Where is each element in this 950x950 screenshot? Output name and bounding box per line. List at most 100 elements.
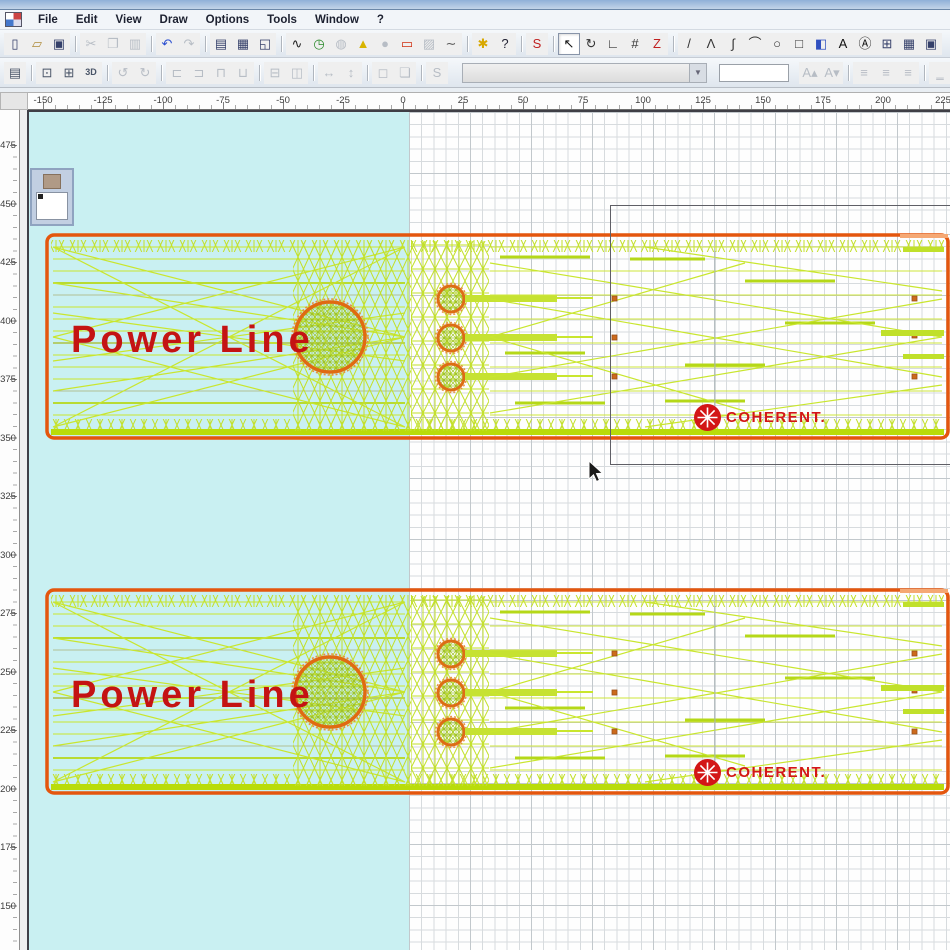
print-setup-icon[interactable]: ▦: [232, 33, 254, 55]
spline-tool-icon[interactable]: ∫: [722, 33, 744, 55]
wave-icon[interactable]: S: [426, 62, 448, 84]
pen-tool-icon[interactable]: ∿: [286, 33, 308, 55]
mirror-h-icon[interactable]: ↔: [318, 62, 340, 84]
mirror-v-icon[interactable]: ↕: [340, 62, 362, 84]
align-text-left-icon[interactable]: ≡: [853, 62, 875, 84]
tip-icon[interactable]: ✱: [472, 33, 494, 55]
minimized-window-glyph: [43, 174, 61, 189]
arc-tool-icon[interactable]: ⌒: [744, 33, 766, 55]
v-ruler-label: 175: [0, 842, 16, 853]
font-decrease-icon[interactable]: A▾: [821, 62, 843, 84]
undo-icon[interactable]: ↶: [156, 33, 178, 55]
application-window: FileEditViewDrawOptionsToolsWindow? ▯▱▣✂…: [0, 0, 950, 950]
duplicate-icon[interactable]: ❏: [394, 62, 416, 84]
circled-text-tool-icon[interactable]: Ⓐ: [854, 33, 876, 55]
fit-icon[interactable]: ◻: [372, 62, 394, 84]
h-ruler-label: -150: [33, 95, 52, 106]
align-bottom-icon[interactable]: ⊔: [232, 62, 254, 84]
h-ruler-label: -100: [153, 95, 172, 106]
view-3d-icon[interactable]: 3D: [80, 62, 102, 84]
curve-icon[interactable]: ∼: [440, 33, 462, 55]
print-preview-icon[interactable]: ◱: [254, 33, 276, 55]
zoom-object-icon[interactable]: ⊞: [58, 62, 80, 84]
font-increase-icon[interactable]: A▴: [799, 62, 821, 84]
globe-icon[interactable]: ◍: [330, 33, 352, 55]
minimized-window-dot: [38, 194, 43, 199]
stamp-icon[interactable]: ●: [374, 33, 396, 55]
menu-file[interactable]: File: [29, 12, 67, 28]
v-ruler-label: 425: [0, 257, 16, 268]
menu-window[interactable]: Window: [306, 12, 368, 28]
minimized-window-icon[interactable]: [30, 168, 74, 226]
chevron-down-icon[interactable]: ▼: [689, 64, 706, 82]
align-text-right-icon[interactable]: ≡: [897, 62, 919, 84]
rotate-icon[interactable]: ↻: [580, 33, 602, 55]
text-tool-icon[interactable]: A: [832, 33, 854, 55]
rotate-ccw-icon[interactable]: ↺: [112, 62, 134, 84]
mark-frame-icon[interactable]: ▭: [396, 33, 418, 55]
paste-icon[interactable]: ▥: [124, 33, 146, 55]
redo-icon[interactable]: ↷: [178, 33, 200, 55]
h-ruler-label: -25: [336, 95, 350, 106]
v-ruler-label: 475: [0, 140, 16, 151]
polyline-tool-icon[interactable]: Λ: [700, 33, 722, 55]
matrix-tool-icon[interactable]: ⊞: [876, 33, 898, 55]
timer-icon[interactable]: ◷: [308, 33, 330, 55]
align-right-icon[interactable]: ⊐: [188, 62, 210, 84]
laser-warning-icon[interactable]: ▲: [352, 33, 374, 55]
ellipse-tool-icon[interactable]: ○: [766, 33, 788, 55]
open-icon[interactable]: ▱: [26, 33, 48, 55]
dimension-icon[interactable]: #: [624, 33, 646, 55]
h-ruler-label: 100: [635, 95, 651, 106]
underline-icon[interactable]: ‗: [929, 62, 950, 84]
select-arrow-icon[interactable]: ↖: [558, 33, 580, 55]
same-size-icon[interactable]: ⊟: [264, 62, 286, 84]
rotate-cw-icon[interactable]: ↻: [134, 62, 156, 84]
h-ruler-label: 225: [935, 95, 950, 106]
copy-icon[interactable]: ❐: [102, 33, 124, 55]
h-ruler-label: 150: [755, 95, 771, 106]
zoom-region-icon[interactable]: ⊡: [36, 62, 58, 84]
save-icon[interactable]: ▣: [48, 33, 70, 55]
menu-draw[interactable]: Draw: [151, 12, 197, 28]
hatch-icon[interactable]: ▤: [4, 62, 26, 84]
v-ruler-label: 150: [0, 901, 16, 912]
print-icon[interactable]: ▤: [210, 33, 232, 55]
special-s-icon[interactable]: S: [526, 33, 548, 55]
align-text-center-icon[interactable]: ≡: [875, 62, 897, 84]
coherent-logo: COHERENT.: [693, 758, 826, 787]
fill-tool-icon[interactable]: ◧: [810, 33, 832, 55]
align-left-icon[interactable]: ⊏: [166, 62, 188, 84]
image-icon[interactable]: ▨: [418, 33, 440, 55]
h-ruler-label: -75: [216, 95, 230, 106]
new-icon[interactable]: ▯: [4, 33, 26, 55]
font-combo[interactable]: ▼: [462, 63, 707, 83]
v-ruler-label: 325: [0, 491, 16, 502]
z-order-icon[interactable]: Z: [646, 33, 668, 55]
ruler-corner: [0, 92, 28, 110]
mouse-cursor-icon: [586, 460, 606, 491]
format-toolbar-right: A▴A▾≡≡≡‗¬: [799, 62, 950, 84]
extra-tool-icon[interactable]: ▣: [920, 33, 942, 55]
font-size-input[interactable]: [719, 64, 789, 82]
menu-bar: FileEditViewDrawOptionsToolsWindow?: [0, 10, 950, 30]
power-line-object-2[interactable]: Power Line COHERENT.: [45, 588, 950, 796]
group-icon[interactable]: ◫: [286, 62, 308, 84]
v-ruler-label: 450: [0, 199, 16, 210]
h-ruler-label: 200: [875, 95, 891, 106]
rect-tool-icon[interactable]: □: [788, 33, 810, 55]
align-top-icon[interactable]: ⊓: [210, 62, 232, 84]
menu-view[interactable]: View: [107, 12, 151, 28]
menu-options[interactable]: Options: [197, 12, 258, 28]
profile-icon[interactable]: ∟: [602, 33, 624, 55]
line-tool-icon[interactable]: /: [678, 33, 700, 55]
matrix-frame-tool-icon[interactable]: ▦: [898, 33, 920, 55]
cut-icon[interactable]: ✂: [80, 33, 102, 55]
minimized-window-page: [36, 192, 68, 220]
menu-edit[interactable]: Edit: [67, 12, 107, 28]
menu-help[interactable]: ?: [368, 12, 393, 28]
menu-tools[interactable]: Tools: [258, 12, 306, 28]
context-help-icon[interactable]: ?: [494, 33, 516, 55]
v-ruler-label: 400: [0, 316, 16, 327]
selection-rectangle: [610, 205, 950, 465]
